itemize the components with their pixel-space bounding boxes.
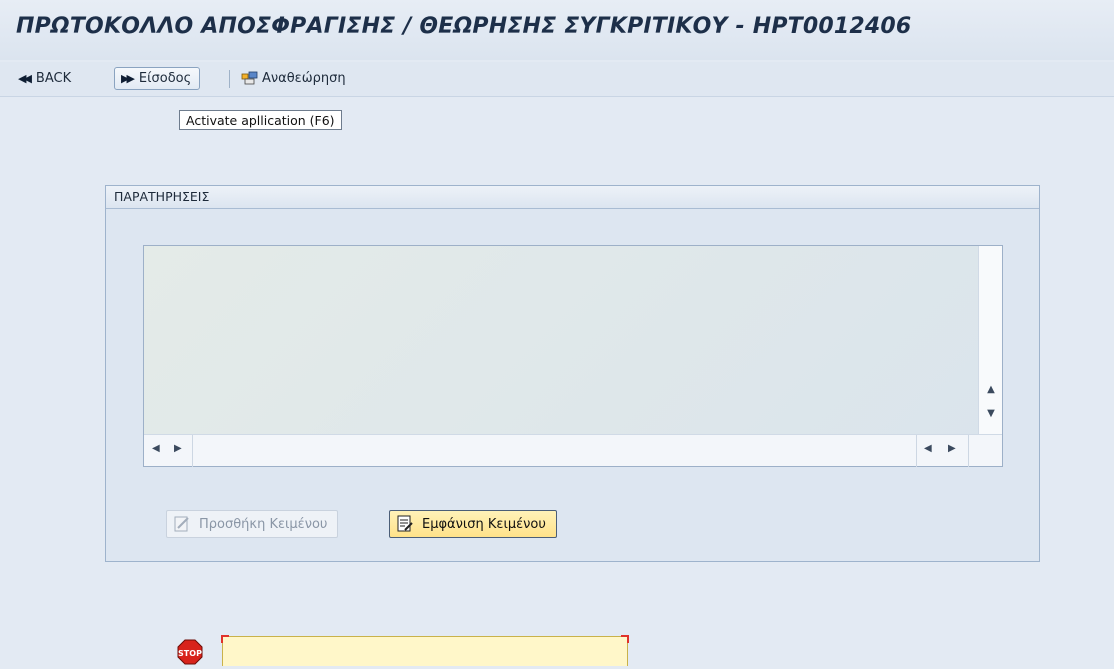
refresh-icon: [241, 71, 259, 85]
toolbar-separator: [229, 70, 230, 88]
double-right-arrow-icon: ▶▶: [121, 72, 135, 85]
back-button-label: BACK: [35, 70, 72, 86]
add-text-button-label: Προσθήκη Κειμένου: [199, 516, 328, 532]
field-corner-marker: [221, 635, 229, 643]
tooltip: Activate apllication (F6): [179, 110, 342, 130]
title-bar: ΠΡΩΤΟΚΟΛΛΟ ΑΠΟΣΦΡΑΓΙΣΗΣ / ΘΕΩΡΗΣΗΣ ΣΥΓΚΡ…: [0, 0, 1114, 60]
scrollbar-divider: [916, 435, 917, 467]
stop-sign-icon: STOP: [177, 639, 203, 665]
enter-button-label: Είσοδος: [138, 71, 192, 86]
vertical-scrollbar[interactable]: ▲ ▼: [978, 246, 1002, 434]
show-text-button-label: Εμφάνιση Κειμένου: [422, 516, 546, 532]
document-icon: [396, 515, 414, 533]
remarks-group: ΠΑΡΑΤΗΡΗΣΕΙΣ ▲ ▼ ◀ ▶ ◀ ▶ Προσθήκη Κειμέν…: [105, 185, 1040, 562]
horizontal-scrollbar[interactable]: ◀ ▶ ◀ ▶: [144, 434, 1002, 467]
pencil-document-icon: [173, 515, 191, 533]
remarks-group-title: ΠΑΡΑΤΗΡΗΣΕΙΣ: [106, 186, 1039, 209]
scroll-left-icon[interactable]: ◀: [924, 443, 932, 454]
scroll-right-icon[interactable]: ▶: [948, 443, 956, 454]
scrollbar-divider: [192, 435, 193, 467]
field-corner-marker: [621, 635, 629, 643]
scrollbar-divider: [968, 435, 969, 467]
window-title: ΠΡΩΤΟΚΟΛΛΟ ΑΠΟΣΦΡΑΓΙΣΗΣ / ΘΕΩΡΗΣΗΣ ΣΥΓΚΡ…: [16, 14, 912, 39]
scroll-left-icon[interactable]: ◀: [152, 443, 160, 454]
scroll-down-icon[interactable]: ▼: [979, 406, 1003, 422]
status-input-field[interactable]: [221, 635, 629, 666]
application-toolbar: ◀◀ BACK ▶▶ Είσοδος Αναθεώρηση: [0, 62, 1114, 97]
enter-button[interactable]: ▶▶ Είσοδος: [114, 67, 201, 90]
refresh-button-label: Αναθεώρηση: [262, 70, 346, 86]
scroll-up-icon[interactable]: ▲: [979, 382, 1003, 398]
back-button[interactable]: ◀◀ BACK: [14, 66, 75, 90]
show-text-button[interactable]: Εμφάνιση Κειμένου: [389, 510, 557, 538]
scroll-right-icon[interactable]: ▶: [174, 443, 182, 454]
refresh-button[interactable]: Αναθεώρηση: [237, 66, 350, 90]
remarks-text-editor[interactable]: ▲ ▼ ◀ ▶ ◀ ▶: [143, 245, 1003, 467]
svg-text:STOP: STOP: [178, 649, 202, 658]
add-text-button[interactable]: Προσθήκη Κειμένου: [166, 510, 339, 538]
double-left-arrow-icon: ◀◀: [18, 71, 32, 85]
